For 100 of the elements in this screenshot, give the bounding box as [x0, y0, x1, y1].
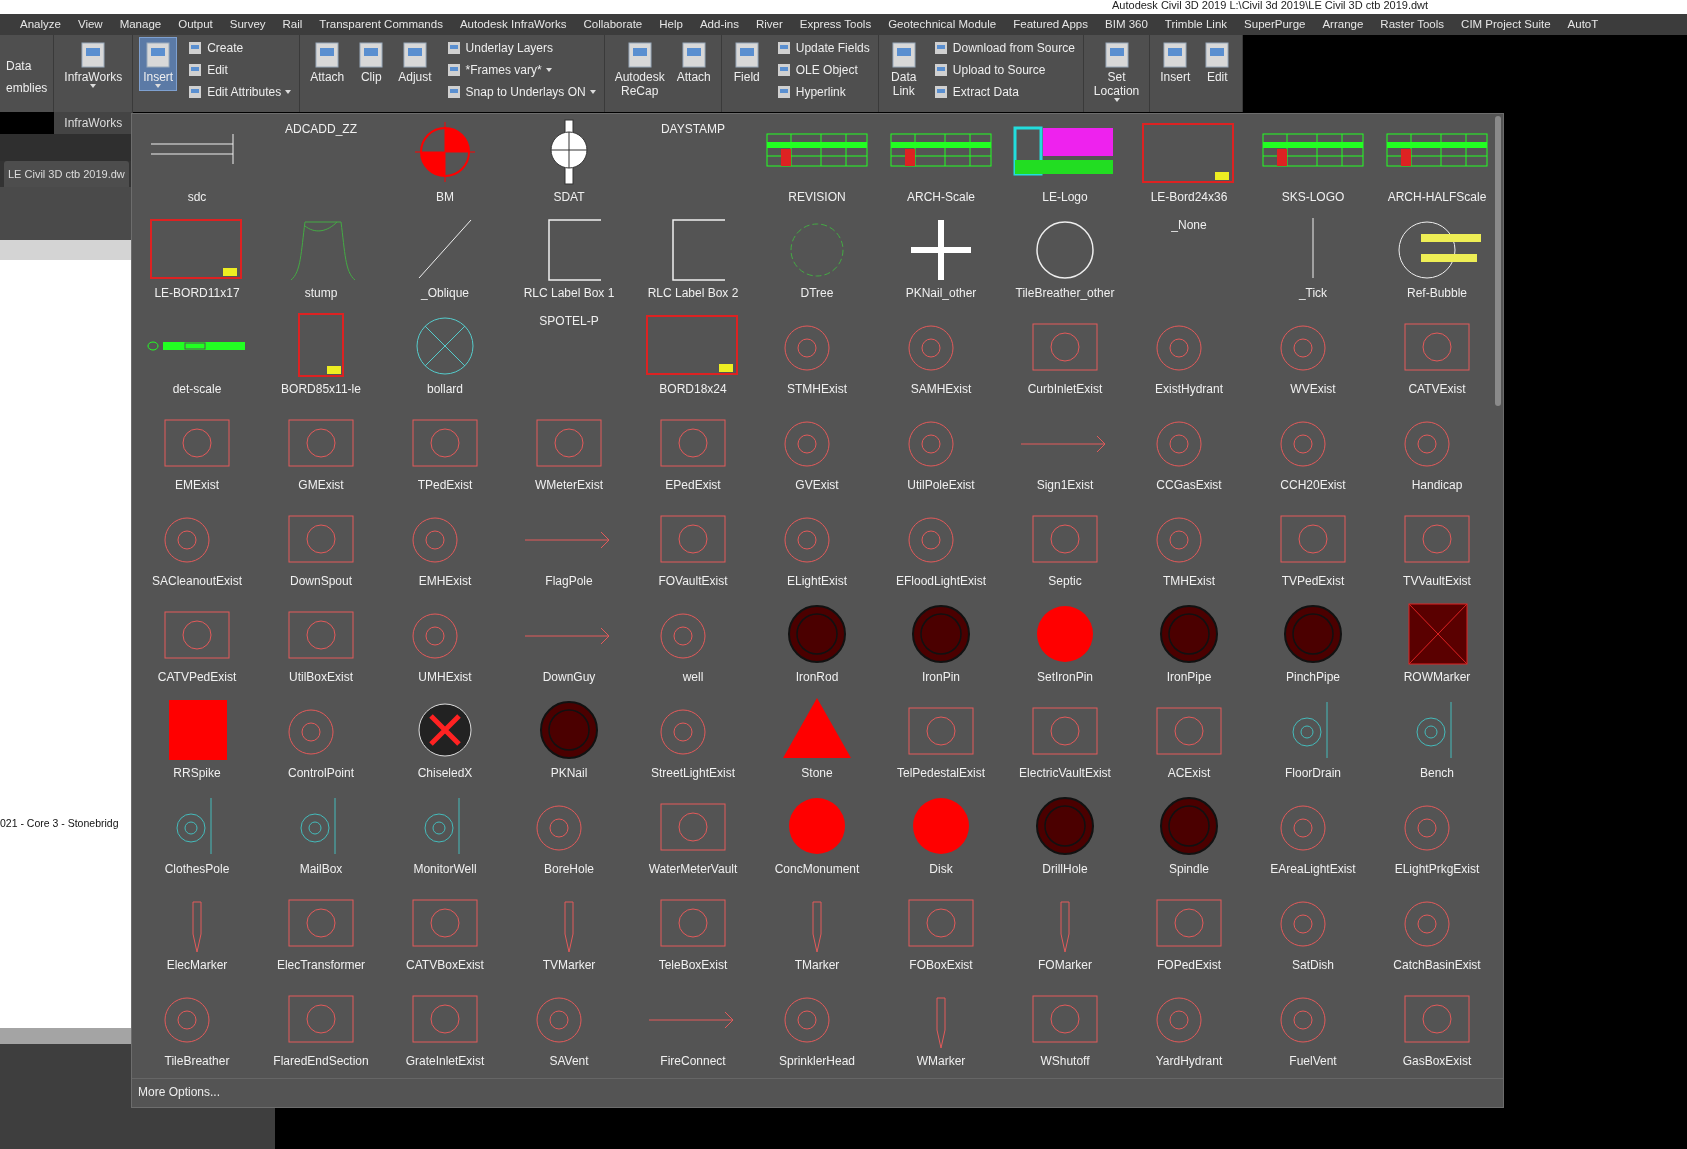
ribbon-button[interactable]: Adjust — [394, 37, 436, 87]
ribbon-tab[interactable]: BIM 360 — [1105, 14, 1148, 35]
block-tile[interactable]: WVExist — [1251, 306, 1375, 402]
ribbon-button[interactable]: Clip — [352, 37, 391, 87]
block-tile[interactable]: UtilPoleExist — [879, 402, 1003, 498]
block-tile[interactable]: TVVaultExist — [1375, 498, 1499, 594]
block-tile[interactable]: TMarker — [755, 882, 879, 978]
ribbon-tab[interactable]: Featured Apps — [1013, 14, 1089, 35]
block-tile[interactable]: EPedExist — [631, 402, 755, 498]
block-tile[interactable]: SetIronPin — [1003, 594, 1127, 690]
block-tile[interactable]: ConcMonument — [755, 786, 879, 882]
block-tile[interactable]: Bench — [1375, 690, 1499, 786]
block-tile[interactable]: TileBreather — [135, 978, 259, 1074]
block-tile[interactable]: TMHExist — [1127, 498, 1251, 594]
block-tile[interactable]: EFloodLightExist — [879, 498, 1003, 594]
block-tile[interactable]: TPedExist — [383, 402, 507, 498]
block-tile[interactable]: _None — [1127, 210, 1251, 306]
block-tile[interactable]: GasBoxExist — [1375, 978, 1499, 1074]
ribbon-tab[interactable]: View — [77, 14, 103, 35]
block-tile[interactable]: PKNail_other — [879, 210, 1003, 306]
block-tile[interactable]: ClothesPole — [135, 786, 259, 882]
block-tile[interactable]: DTree — [755, 210, 879, 306]
block-tile[interactable]: ADCADD_ZZ — [259, 114, 383, 210]
block-tile[interactable]: FireConnect — [631, 978, 755, 1074]
ribbon-tab[interactable]: Output — [178, 14, 213, 35]
block-tile[interactable]: WMeterExist — [507, 402, 631, 498]
block-tile[interactable]: ElectricVaultExist — [1003, 690, 1127, 786]
block-tile[interactable]: MailBox — [259, 786, 383, 882]
block-tile[interactable]: FOPedExist — [1127, 882, 1251, 978]
block-tile[interactable]: CCGasExist — [1127, 402, 1251, 498]
block-tile[interactable]: STMHExist — [755, 306, 879, 402]
ribbon-button[interactable]: Extract Data — [930, 81, 1077, 103]
ribbon-button[interactable]: Upload to Source — [930, 59, 1077, 81]
block-tile[interactable]: BORD18x24 — [631, 306, 755, 402]
ribbon-button[interactable]: Autodesk ReCap — [610, 37, 669, 101]
block-tile[interactable]: RLC Label Box 2 — [631, 210, 755, 306]
ribbon-button[interactable]: Field — [727, 37, 766, 87]
ribbon-tab[interactable]: Add-ins — [699, 14, 739, 35]
block-tile[interactable]: Stone — [755, 690, 879, 786]
ribbon-button[interactable]: Attach — [672, 37, 715, 101]
block-tile[interactable]: IronPipe — [1127, 594, 1251, 690]
ribbon-tab[interactable]: Collaborate — [583, 14, 643, 35]
block-tile[interactable]: DownGuy — [507, 594, 631, 690]
ribbon-button[interactable]: Edit Attributes — [185, 81, 294, 103]
block-tile[interactable]: well — [631, 594, 755, 690]
block-tile[interactable]: FuelVent — [1251, 978, 1375, 1074]
block-tile[interactable]: SatDish — [1251, 882, 1375, 978]
block-tile[interactable]: WaterMeterVault — [631, 786, 755, 882]
block-tile[interactable]: Septic — [1003, 498, 1127, 594]
block-tile[interactable]: CatchBasinExist — [1375, 882, 1499, 978]
ribbon-button[interactable]: Snap to Underlays ON — [443, 81, 598, 103]
block-tile[interactable]: RLC Label Box 1 — [507, 210, 631, 306]
block-tile[interactable]: ControlPoint — [259, 690, 383, 786]
ribbon-tab[interactable]: Geotechnical Module — [888, 14, 997, 35]
block-tile[interactable]: TVMarker — [507, 882, 631, 978]
block-tile[interactable]: SPOTEL-P — [507, 306, 631, 402]
ribbon-button[interactable]: Update Fields — [773, 37, 872, 59]
block-tile[interactable]: EMExist — [135, 402, 259, 498]
document-tab[interactable]: LE Civil 3D ctb 2019.dw — [4, 160, 129, 187]
block-tile[interactable]: WShutoff — [1003, 978, 1127, 1074]
block-tile[interactable]: ARCH-Scale — [879, 114, 1003, 210]
ribbon-button[interactable]: Insert — [139, 37, 178, 91]
block-tile[interactable]: Handicap — [1375, 402, 1499, 498]
block-tile[interactable]: SACleanoutExist — [135, 498, 259, 594]
block-tile[interactable]: WMarker — [879, 978, 1003, 1074]
block-tile[interactable]: IronRod — [755, 594, 879, 690]
ribbon-tab[interactable]: AutoT — [1567, 14, 1599, 35]
block-tile[interactable]: EAreaLightExist — [1251, 786, 1375, 882]
block-tile[interactable]: SprinklerHead — [755, 978, 879, 1074]
block-tile[interactable]: RRSpike — [135, 690, 259, 786]
ribbon-button[interactable]: Data Link — [884, 37, 923, 101]
block-tile[interactable]: ChiseledX — [383, 690, 507, 786]
block-tile[interactable]: GrateInletExist — [383, 978, 507, 1074]
ribbon-button[interactable]: OLE Object — [773, 59, 872, 81]
block-tile[interactable]: CATVBoxExist — [383, 882, 507, 978]
more-options-link[interactable]: More Options... — [132, 1079, 227, 1105]
block-tile[interactable]: Spindle — [1127, 786, 1251, 882]
block-tile[interactable]: DownSpout — [259, 498, 383, 594]
block-tile[interactable]: stump — [259, 210, 383, 306]
block-tile[interactable]: YardHydrant — [1127, 978, 1251, 1074]
ribbon-tab[interactable]: SuperPurge — [1244, 14, 1306, 35]
block-tile[interactable]: FlaredEndSection — [259, 978, 383, 1074]
block-tile[interactable]: TileBreather_other — [1003, 210, 1127, 306]
block-tile[interactable]: SKS-LOGO — [1251, 114, 1375, 210]
block-tile[interactable]: Disk — [879, 786, 1003, 882]
block-tile[interactable]: IronPin — [879, 594, 1003, 690]
block-tile[interactable]: TVPedExist — [1251, 498, 1375, 594]
ribbon-button[interactable]: InfraWorks — [60, 37, 127, 91]
ribbon-button[interactable]: Edit — [1198, 37, 1237, 87]
block-tile[interactable]: Ref-Bubble — [1375, 210, 1499, 306]
ribbon-tab[interactable]: Arrange — [1322, 14, 1364, 35]
block-tile[interactable]: LE-BORD11x17 — [135, 210, 259, 306]
block-tile[interactable]: SAMHExist — [879, 306, 1003, 402]
ribbon-button[interactable]: Attach — [306, 37, 349, 87]
block-tile[interactable]: UtilBoxExist — [259, 594, 383, 690]
block-tile[interactable]: StreetLightExist — [631, 690, 755, 786]
ribbon-button[interactable]: Edit — [185, 59, 294, 81]
block-tile[interactable]: bollard — [383, 306, 507, 402]
block-tile[interactable]: MonitorWell — [383, 786, 507, 882]
block-tile[interactable]: REVISION — [755, 114, 879, 210]
